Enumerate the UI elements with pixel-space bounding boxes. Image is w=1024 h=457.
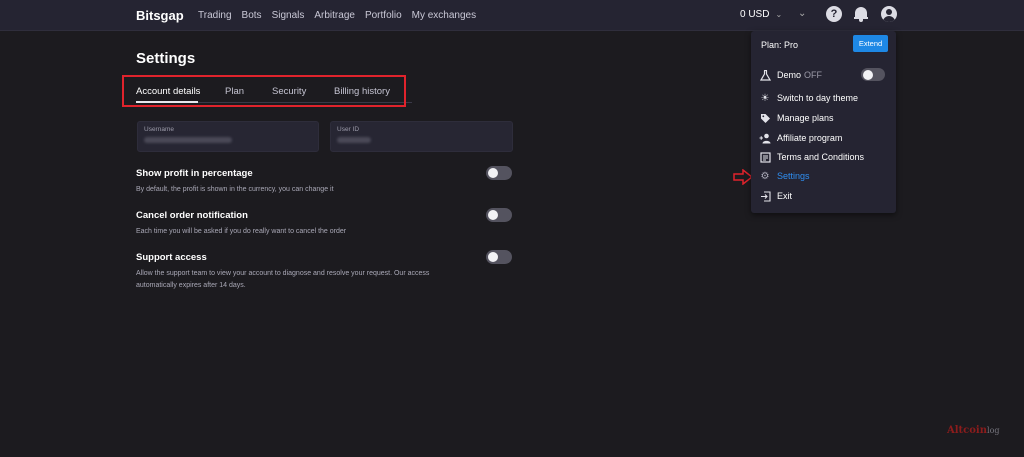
page-title: Settings <box>136 50 196 67</box>
setting-name: Show profit in percentage <box>136 168 253 179</box>
menu-item-terms[interactable]: Terms and Conditions <box>759 150 864 164</box>
bell-icon[interactable] <box>854 6 868 22</box>
menu-label: Terms and Conditions <box>777 152 865 162</box>
menu-label: Settings <box>777 171 810 181</box>
show-profit-toggle[interactable] <box>486 166 512 180</box>
plan-label: Plan: Pro <box>761 40 799 50</box>
setting-description: Each time you will be asked if you do re… <box>136 228 347 235</box>
menu-label: Exit <box>777 191 793 201</box>
top-bar: Bitsgap Trading Bots Signals Arbitrage P… <box>0 0 1024 31</box>
menu-item-demo[interactable]: Demo OFF <box>759 68 822 82</box>
help-icon[interactable]: ? <box>826 6 842 22</box>
setting-name: Cancel order notification <box>136 210 248 221</box>
user-id-label: User ID <box>337 126 360 133</box>
user-account-icon[interactable] <box>881 6 897 22</box>
nav-my-exchanges[interactable]: My exchanges <box>412 10 476 21</box>
user-id-field[interactable]: User ID <box>330 121 513 152</box>
account-dropdown-menu: Plan: Pro Extend Demo OFF ☀ Switch to da… <box>751 31 896 213</box>
user-id-value-blurred <box>337 137 371 143</box>
setting-cancel-order: Cancel order notification Each time you … <box>136 210 436 238</box>
username-field[interactable]: Username <box>137 121 319 152</box>
username-value-blurred <box>144 137 232 143</box>
username-label: Username <box>144 126 174 133</box>
sun-icon: ☀ <box>760 92 770 104</box>
document-list-icon <box>759 151 771 163</box>
balance-value: 0 USD <box>740 9 770 20</box>
gear-icon: ⚙ <box>760 170 770 182</box>
menu-label: Manage plans <box>777 113 834 123</box>
red-arrow-icon <box>733 169 753 185</box>
demo-label: Demo <box>777 70 802 80</box>
nav-signals[interactable]: Signals <box>272 10 305 21</box>
cancel-order-toggle[interactable] <box>486 208 512 222</box>
watermark-suffix: log <box>987 426 1000 435</box>
nav-trading[interactable]: Trading <box>198 10 232 21</box>
menu-item-day-theme[interactable]: ☀ Switch to day theme <box>759 91 859 105</box>
add-person-icon <box>759 132 771 144</box>
setting-description: By default, the profit is shown in the c… <box>136 186 334 193</box>
tab-billing-history[interactable]: Billing history <box>334 86 390 97</box>
menu-item-settings[interactable]: ⚙ Settings <box>759 169 810 183</box>
setting-name: Support access <box>136 252 207 263</box>
menu-item-manage-plans[interactable]: Manage plans <box>759 111 834 125</box>
setting-description: Allow the support team to view your acco… <box>136 270 430 289</box>
nav-arbitrage[interactable]: Arbitrage <box>314 10 355 21</box>
setting-show-profit: Show profit in percentage By default, th… <box>136 168 436 196</box>
tab-account-details[interactable]: Account details <box>136 86 200 97</box>
demo-state: OFF <box>804 70 823 80</box>
tag-icon <box>759 112 771 124</box>
bitsgap-logo[interactable]: Bitsgap <box>136 8 184 23</box>
logout-icon <box>759 190 771 202</box>
chevron-down-icon: ⌄ <box>775 10 783 19</box>
chevron-down-icon[interactable]: ⌄ <box>798 8 806 19</box>
tabs-highlight-box: Account details Plan Security Billing hi… <box>122 75 406 107</box>
menu-label: Affiliate program <box>777 133 843 143</box>
extend-button[interactable]: Extend <box>853 35 888 52</box>
watermark-brand: Altcoin <box>947 425 988 436</box>
tab-security[interactable]: Security <box>272 86 306 97</box>
support-access-toggle[interactable] <box>486 250 512 264</box>
menu-item-affiliate[interactable]: Affiliate program <box>759 131 842 145</box>
nav-bots[interactable]: Bots <box>242 10 262 21</box>
menu-label: Switch to day theme <box>777 93 859 103</box>
demo-toggle[interactable] <box>861 68 885 81</box>
setting-support-access: Support access Allow the support team to… <box>136 252 436 292</box>
menu-item-exit[interactable]: Exit <box>759 189 792 203</box>
balance-selector[interactable]: 0 USD ⌄ <box>740 9 782 20</box>
main-nav: Trading Bots Signals Arbitrage Portfolio… <box>198 10 486 21</box>
watermark: Altcoinlog <box>947 425 1000 436</box>
tab-plan[interactable]: Plan <box>225 86 244 97</box>
flask-icon <box>759 69 771 81</box>
nav-portfolio[interactable]: Portfolio <box>365 10 402 21</box>
